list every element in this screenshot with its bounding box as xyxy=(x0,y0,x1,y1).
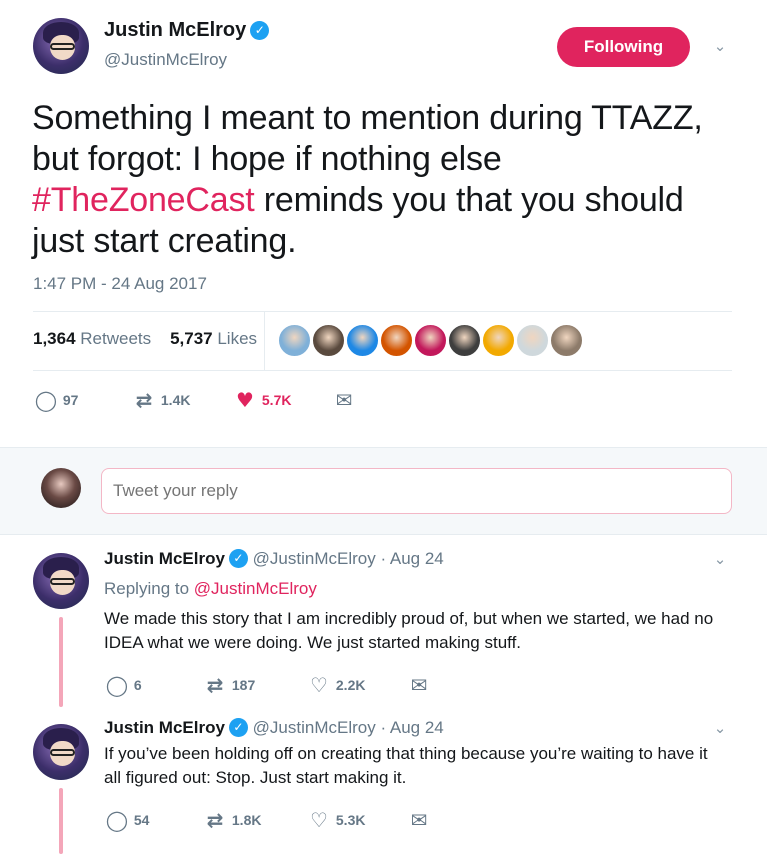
dm-action[interactable]: ✉ xyxy=(406,808,432,832)
liker-avatar[interactable] xyxy=(516,324,549,357)
like-count: 5.3K xyxy=(335,812,366,828)
current-user-avatar xyxy=(41,468,81,508)
liker-avatar[interactable] xyxy=(312,324,345,357)
tweet-actions: ◯ 6 ⇄ 187 ♡ 2.2K ✉ xyxy=(104,673,524,697)
chevron-down-icon[interactable]: ⌄ xyxy=(710,550,730,568)
retweet-action[interactable]: ⇄ 1.4K xyxy=(131,388,191,412)
verified-badge-icon: ✓ xyxy=(250,21,270,40)
heart-icon: ♥ xyxy=(236,388,254,412)
retweet-count: 1.4K xyxy=(160,392,191,408)
hashtag-link[interactable]: #TheZoneCast xyxy=(32,181,255,219)
heart-icon: ♡ xyxy=(310,808,328,832)
retweet-action[interactable]: ⇄ 1.8K xyxy=(202,808,262,832)
thread-tweet[interactable]: Justin McElroy ✓ @JustinMcElroy · Aug 24 … xyxy=(0,710,767,854)
tweet-timestamp[interactable]: 1:47 PM - 24 Aug 2017 xyxy=(33,274,207,294)
retweet-count: 1.8K xyxy=(231,812,262,828)
tweet-text-part1: Something I meant to mention during TTAZ… xyxy=(32,99,703,178)
mail-icon: ✉ xyxy=(335,388,353,412)
author-name-text[interactable]: Justin McElroy xyxy=(104,19,246,41)
likes-stat[interactable]: 5,737 Likes xyxy=(170,329,257,348)
reply-action[interactable]: ◯ 6 xyxy=(104,673,142,697)
likes-count: 5,737 xyxy=(170,329,213,348)
like-action[interactable]: ♡ 2.2K xyxy=(306,673,365,697)
reply-action[interactable]: ◯ 54 xyxy=(104,808,150,832)
retweets-count: 1,364 xyxy=(33,329,76,348)
tweet-text: Something I meant to mention during TTAZ… xyxy=(32,98,732,262)
like-count: 5.7K xyxy=(261,392,292,408)
likes-label: Likes xyxy=(217,329,258,348)
handle-date[interactable]: @JustinMcElroy · Aug 24 xyxy=(253,549,444,568)
retweet-action[interactable]: ⇄ 187 xyxy=(202,673,256,697)
liker-avatar[interactable] xyxy=(482,324,515,357)
chevron-down-icon[interactable]: ⌄ xyxy=(710,719,730,737)
retweets-label: Retweets xyxy=(80,329,152,348)
thread-connector xyxy=(59,617,63,707)
liker-avatar[interactable] xyxy=(414,324,447,357)
author-name[interactable]: Justin McElroy xyxy=(104,549,225,568)
author-avatar[interactable] xyxy=(33,724,89,780)
mail-icon: ✉ xyxy=(410,808,428,832)
author-handle[interactable]: @JustinMcElroy xyxy=(104,50,227,70)
tweet-header: Justin McElroy ✓ @JustinMcElroy · Aug 24 xyxy=(104,718,444,738)
retweet-icon: ⇄ xyxy=(135,388,153,412)
tweet-stats: 1,364 Retweets 5,737 Likes xyxy=(33,329,257,349)
mention-link[interactable]: @JustinMcElroy xyxy=(194,579,317,598)
author-name[interactable]: Justin McElroy xyxy=(104,718,225,737)
following-button[interactable]: Following xyxy=(557,27,690,67)
tweet-text: We made this story that I am incredibly … xyxy=(104,609,714,652)
reply-icon: ◯ xyxy=(105,673,129,697)
tweet-header: Justin McElroy ✓ @JustinMcElroy · Aug 24 xyxy=(104,549,444,569)
main-tweet: Justin McElroy ✓ @JustinMcElroy Following… xyxy=(0,0,767,447)
reply-icon: ◯ xyxy=(105,808,129,832)
reply-input[interactable] xyxy=(101,468,732,514)
heart-icon: ♡ xyxy=(310,673,328,697)
dm-action[interactable]: ✉ xyxy=(331,388,357,412)
replying-prefix: Replying to xyxy=(104,579,194,598)
liker-avatar[interactable] xyxy=(448,324,481,357)
retweets-stat[interactable]: 1,364 Retweets xyxy=(33,329,151,348)
divider xyxy=(33,370,732,371)
like-action[interactable]: ♡ 5.3K xyxy=(306,808,365,832)
reply-action[interactable]: ◯ 97 xyxy=(33,388,79,412)
retweet-icon: ⇄ xyxy=(206,673,224,697)
liker-avatar[interactable] xyxy=(346,324,379,357)
reply-count: 6 xyxy=(133,677,142,693)
like-count: 2.2K xyxy=(335,677,366,693)
tweet-actions: ◯ 54 ⇄ 1.8K ♡ 5.3K ✉ xyxy=(104,808,524,832)
tweet-actions: ◯ 97 ⇄ 1.4K ♥ 5.7K ✉ xyxy=(33,388,433,412)
retweet-count: 187 xyxy=(231,677,256,693)
dm-action[interactable]: ✉ xyxy=(406,673,432,697)
author-avatar[interactable] xyxy=(33,18,89,74)
reply-count: 97 xyxy=(62,392,79,408)
author-name[interactable]: Justin McElroy ✓ xyxy=(104,19,270,42)
stats-separator xyxy=(264,311,265,370)
reply-composer xyxy=(0,447,767,535)
chevron-down-icon[interactable]: ⌄ xyxy=(710,37,730,55)
replying-to: Replying to @JustinMcElroy xyxy=(104,579,317,599)
reply-count: 54 xyxy=(133,812,150,828)
liker-avatar[interactable] xyxy=(380,324,413,357)
reply-icon: ◯ xyxy=(34,388,58,412)
divider xyxy=(33,311,732,312)
handle-date[interactable]: @JustinMcElroy · Aug 24 xyxy=(253,718,444,737)
thread-connector xyxy=(59,788,63,854)
verified-badge-icon: ✓ xyxy=(228,718,248,737)
author-avatar[interactable] xyxy=(33,553,89,609)
liker-avatar[interactable] xyxy=(550,324,583,357)
mail-icon: ✉ xyxy=(410,673,428,697)
retweet-icon: ⇄ xyxy=(206,808,224,832)
verified-badge-icon: ✓ xyxy=(228,549,248,568)
tweet-text: If you’ve been holding off on creating t… xyxy=(104,744,708,787)
like-action[interactable]: ♥ 5.7K xyxy=(232,388,291,412)
thread-tweet[interactable]: Justin McElroy ✓ @JustinMcElroy · Aug 24 … xyxy=(0,535,767,710)
liker-avatar[interactable] xyxy=(278,324,311,357)
